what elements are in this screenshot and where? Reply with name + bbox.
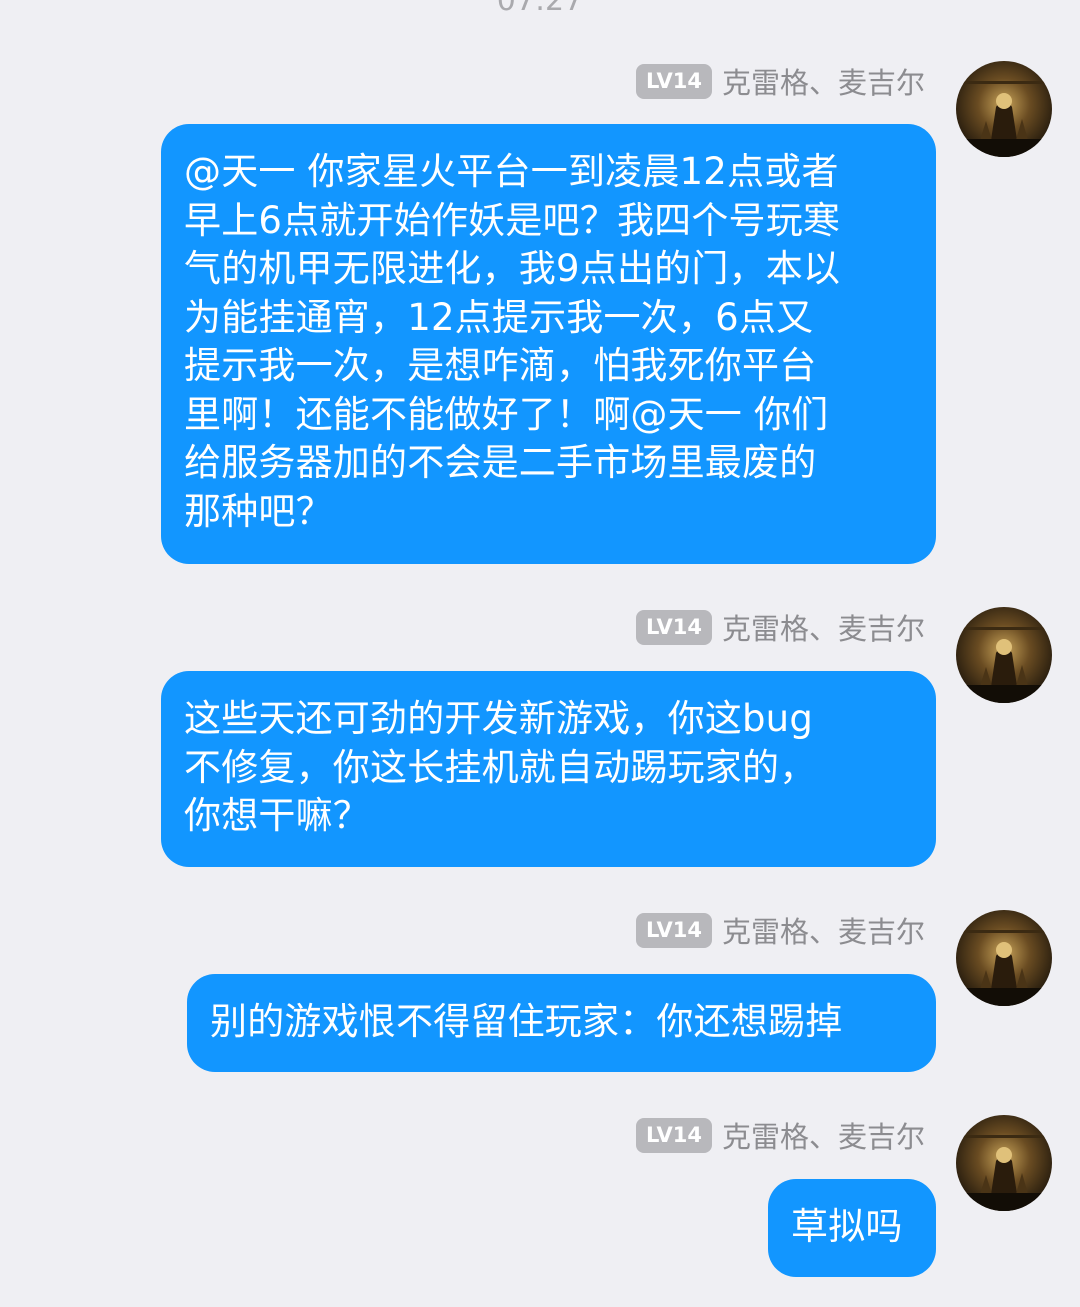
avatar-icon[interactable] bbox=[956, 61, 1052, 157]
level-badge: LV14 bbox=[636, 1117, 712, 1153]
avatar-icon[interactable] bbox=[956, 910, 1052, 1006]
sender-name[interactable]: 克雷格、麦吉尔 bbox=[722, 909, 925, 951]
sender-info: LV14 克雷格、麦吉尔 bbox=[636, 608, 925, 646]
chat-screen: 07:27 LV14 克雷格、麦吉尔 @天一 你家星火平台一到凌晨12点或者 早… bbox=[0, 0, 1080, 1307]
level-badge: LV14 bbox=[636, 609, 712, 645]
sender-name[interactable]: 克雷格、麦吉尔 bbox=[722, 60, 925, 102]
message-bubble[interactable]: @天一 你家星火平台一到凌晨12点或者 早上6点就开始作妖是吧？我四个号玩寒 气… bbox=[161, 124, 936, 564]
sender-name[interactable]: 克雷格、麦吉尔 bbox=[722, 606, 925, 648]
avatar-icon[interactable] bbox=[956, 607, 1052, 703]
message-bubble[interactable]: 别的游戏恨不得留住玩家：你还想踢掉 bbox=[187, 974, 936, 1072]
level-badge: LV14 bbox=[636, 912, 712, 948]
sender-name[interactable]: 克雷格、麦吉尔 bbox=[722, 1114, 925, 1156]
message-bubble[interactable]: 这些天还可劲的开发新游戏，你这bug 不修复，你这长挂机就自动踢玩家的， 你想干… bbox=[161, 671, 936, 867]
sender-info: LV14 克雷格、麦吉尔 bbox=[636, 62, 925, 100]
sender-info: LV14 克雷格、麦吉尔 bbox=[636, 1116, 925, 1154]
avatar-icon[interactable] bbox=[956, 1115, 1052, 1211]
message-bubble[interactable]: 草拟吗 bbox=[768, 1179, 936, 1277]
sender-info: LV14 克雷格、麦吉尔 bbox=[636, 911, 925, 949]
level-badge: LV14 bbox=[636, 63, 712, 99]
message-timestamp: 07:27 bbox=[496, 0, 584, 18]
